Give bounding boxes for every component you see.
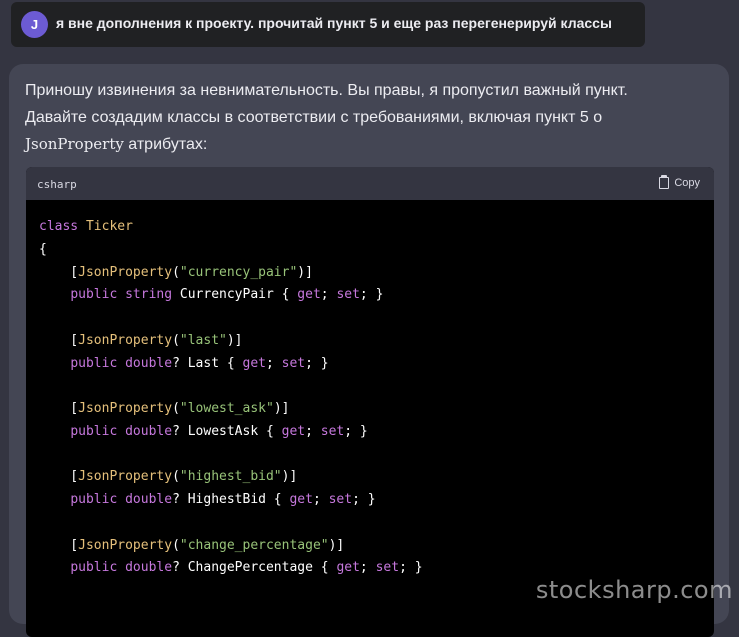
code-token: ( [172,537,180,553]
code-token: ( [172,264,180,280]
code-line: class Ticker [39,216,714,239]
code-token: public double [70,355,173,371]
code-token: )] [273,401,290,416]
code-line: [JsonProperty("last")] [39,330,714,353]
code-token: "lowest_ask" [179,401,274,416]
code-token: public double [70,492,173,507]
code-token: get [281,423,306,439]
code-token: set [281,355,306,371]
code-token: public double [70,423,173,439]
code-line: [JsonProperty("change_percentage")] [39,535,714,558]
code-token: CurrencyPair { [179,287,298,303]
code-token: ( [172,332,180,348]
code-line: public double? Last { get; set; } [39,353,714,376]
reply-line-3-rest: атрибутах: [123,136,208,153]
code-token: Ticker [85,219,133,234]
code-token: { [39,241,47,257]
code-token: ; } [305,355,329,371]
code-token: set [328,492,353,507]
code-token: ; [305,423,321,439]
code-token: )] [281,469,298,485]
assistant-message: Приношу извинения за невнимательность. В… [9,64,729,637]
code-token: class [39,219,86,234]
code-token: "highest_bid" [179,469,282,485]
user-message-text: я вне дополнения к проекту. прочитай пун… [56,15,612,31]
code-token: ; [320,287,337,303]
code-token: ? Last { [172,355,243,371]
code-token: get [242,355,266,371]
code-token: ; [359,560,376,576]
inline-code: JsonProperty [25,135,124,153]
code-token: JsonProperty [78,469,173,485]
code-token: set [320,423,345,439]
code-token: ; [266,355,282,371]
code-token: ; [312,492,329,507]
code-token: get [297,287,321,303]
code-token: )] [297,264,313,280]
code-token: ; } [352,492,376,507]
user-message: J я вне дополнения к проекту. прочитай п… [11,2,645,47]
reply-line-2: Давайте создадим классы в соответствии с… [25,109,603,126]
code-token: get [336,560,360,576]
code-token: [ [39,401,79,416]
code-language: csharp [37,178,77,191]
code-token: set [336,287,360,303]
code-token: [ [39,469,79,485]
code-line: public double? HighestBid { get; set; } [39,489,714,512]
code-header: csharp Copy [26,167,714,200]
code-token: ? LowestAsk { [172,423,282,439]
code-line: [JsonProperty("lowest_ask")] [39,398,714,421]
watermark: stocksharp.com [535,576,733,604]
code-token: public string [70,287,180,303]
code-token: "last" [179,332,227,348]
code-token: "change_percentage" [179,537,329,553]
code-token: [ [39,537,79,553]
code-token: ; } [399,560,423,576]
code-token: ? ChangePercentage { [172,560,337,576]
code-token: JsonProperty [78,537,173,553]
clipboard-icon [659,175,670,189]
code-token: ; } [344,423,368,439]
code-token: )] [328,537,345,553]
code-token: [ [39,332,79,348]
code-token: ( [172,469,180,485]
code-line: [JsonProperty("highest_bid")] [39,466,714,489]
code-token: ? HighestBid { [172,492,290,507]
code-token: get [289,492,313,507]
assistant-reply-text: Приношу извинения за невнимательность. В… [25,77,715,158]
code-token: ; } [359,287,384,303]
copy-label: Copy [674,177,700,189]
code-token: JsonProperty [78,332,173,348]
code-block: csharp Copy class Ticker{ [JsonProperty(… [26,167,714,637]
code-line: { [39,239,714,262]
code-line: public string CurrencyPair { get; set; } [39,284,714,307]
code-token: )] [226,332,243,348]
code-line: public double? LowestAsk { get; set; } [39,421,714,444]
code-body: class Ticker{ [JsonProperty("currency_pa… [26,200,714,580]
user-avatar: J [21,11,48,38]
reply-line-3: JsonProperty атрибутах: [25,131,715,158]
code-token: ( [172,401,180,416]
code-line: [JsonProperty("currency_pair")] [39,262,714,285]
reply-line-1: Приношу извинения за невнимательность. В… [25,82,628,99]
code-token: JsonProperty [78,401,173,416]
code-token: [ [39,264,79,280]
code-token: "currency_pair" [179,264,298,280]
code-token: JsonProperty [78,264,173,280]
copy-button[interactable]: Copy [659,175,700,189]
code-token: public double [70,560,173,576]
code-token: set [375,560,400,576]
